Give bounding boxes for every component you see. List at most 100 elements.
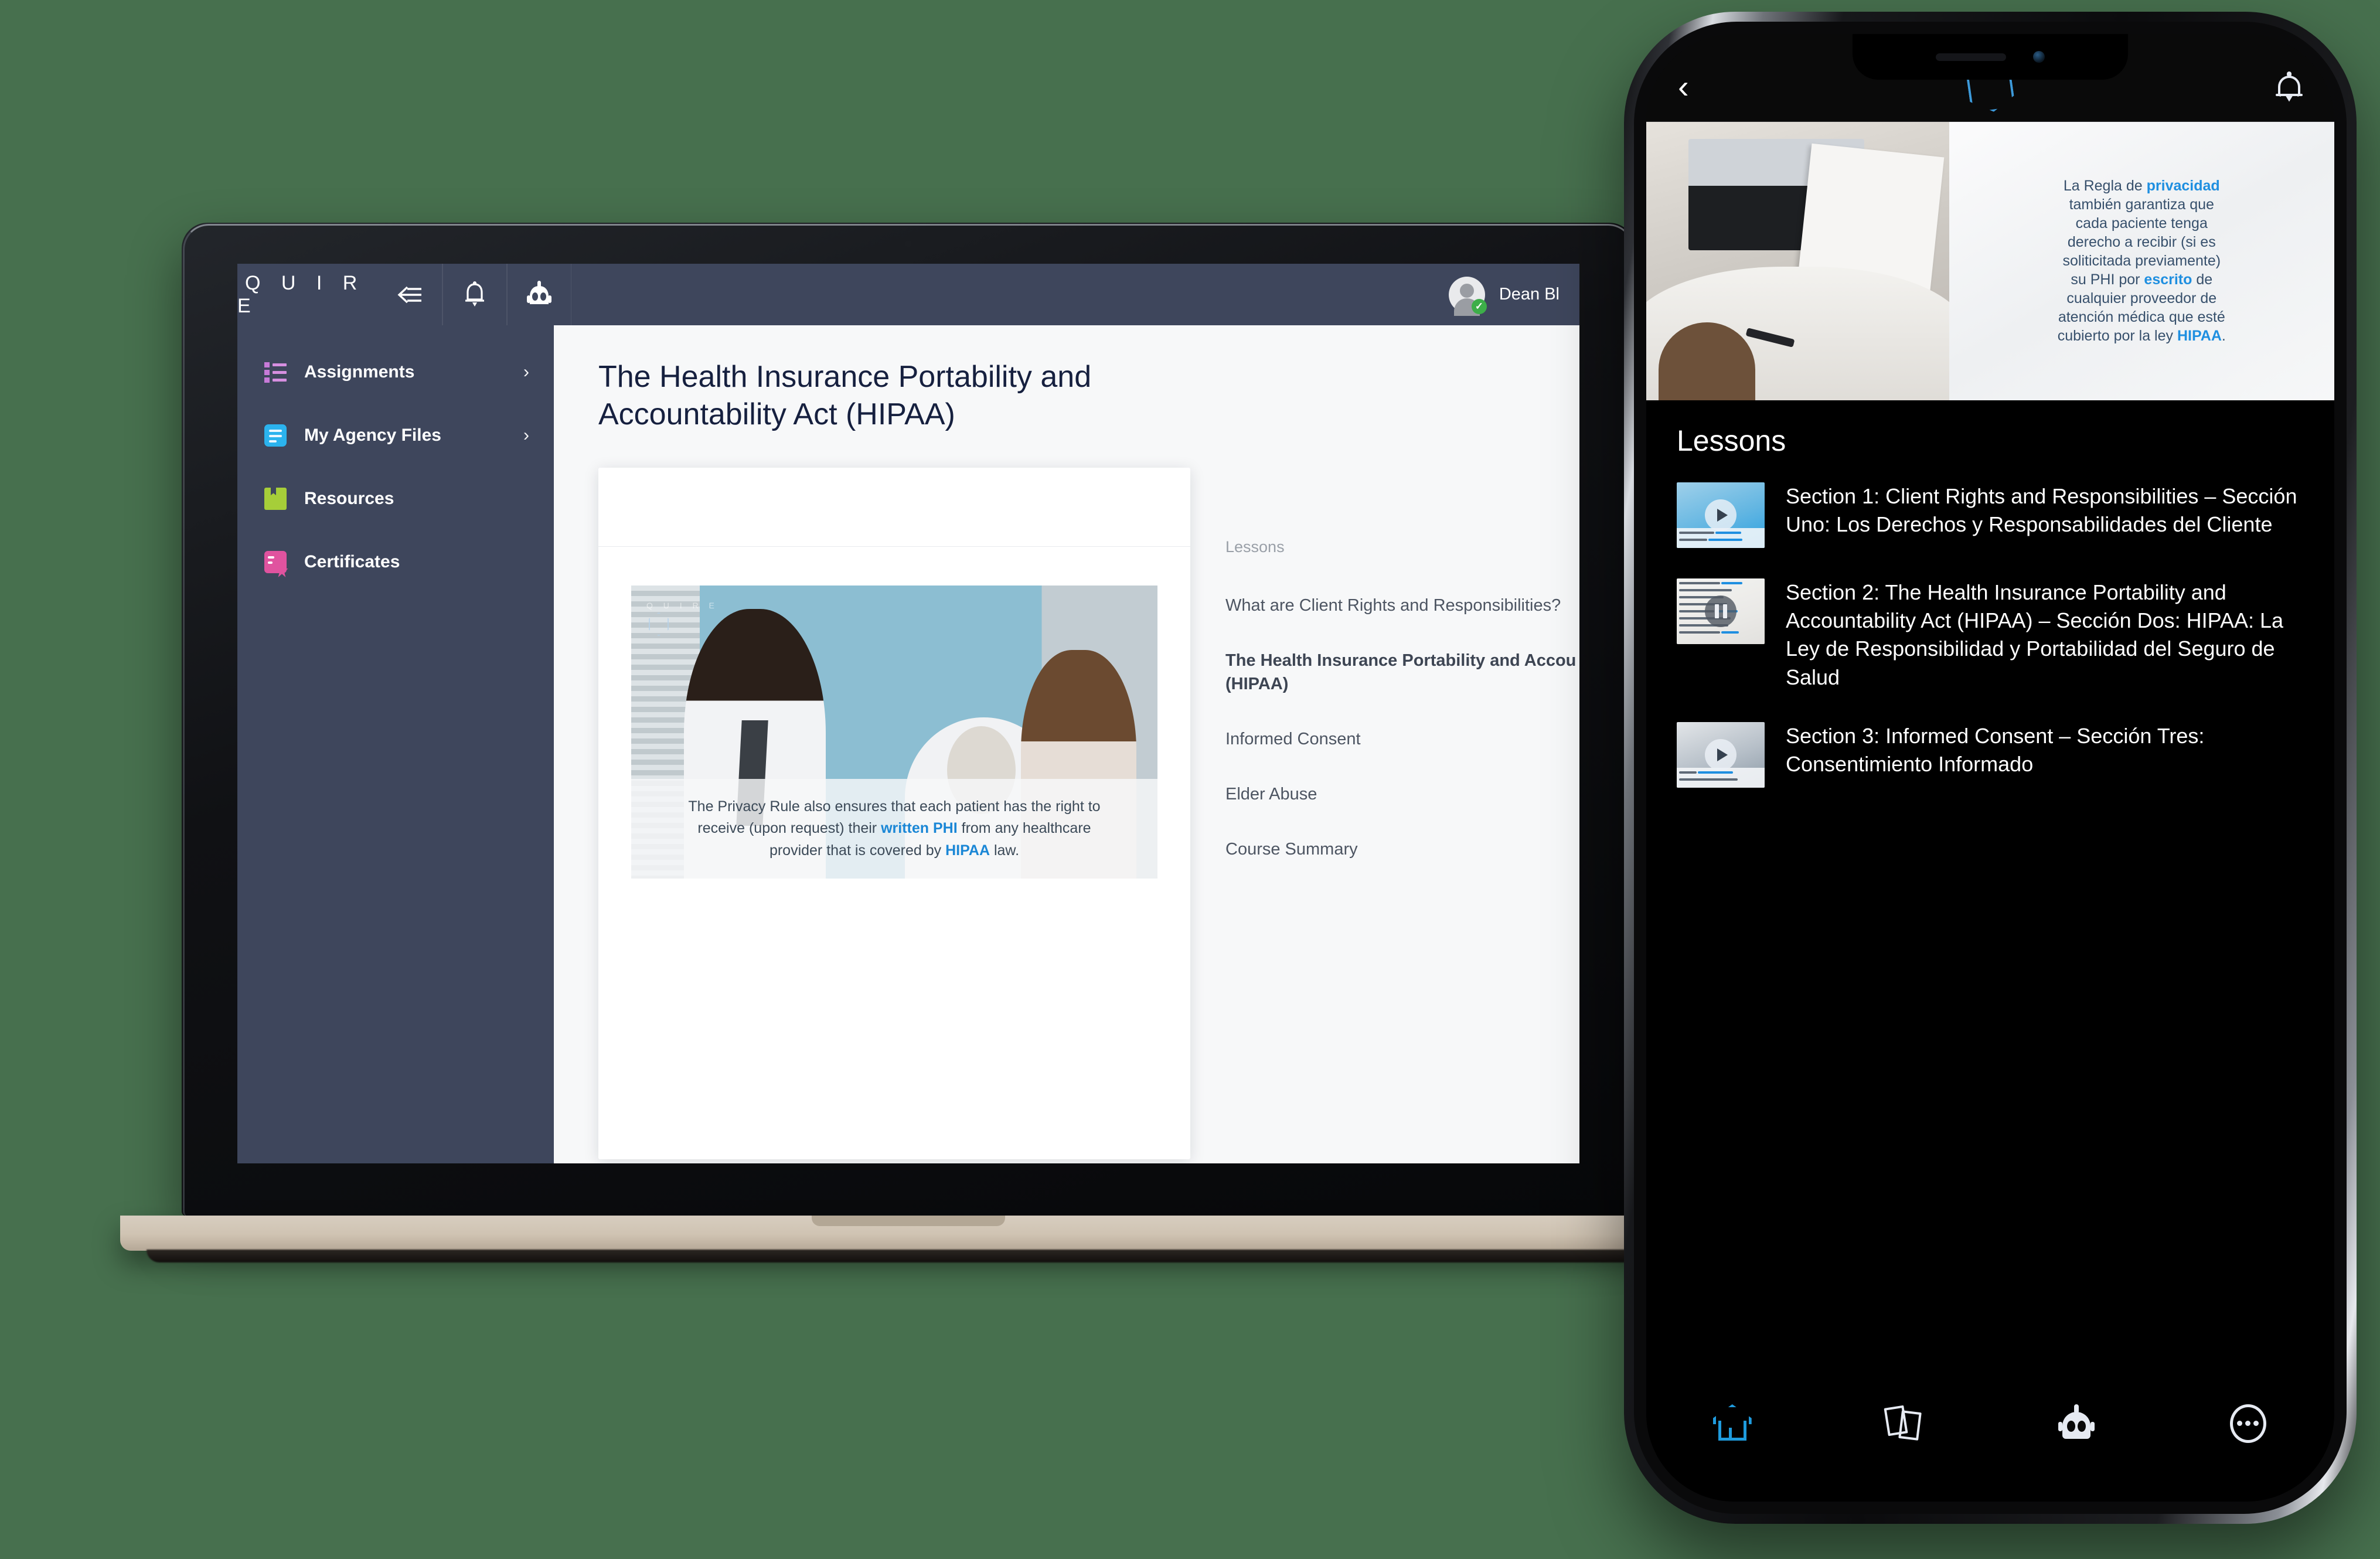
sidebar-item-label: Assignments [304,362,415,382]
chevron-left-icon: ‹ [1678,67,1689,105]
list-item[interactable]: Section 2: The Health Insurance Portabil… [1677,578,2304,692]
caption-line-8: atención médica que esté [2058,309,2225,325]
home-icon [1712,1404,1752,1441]
lesson-link[interactable]: What are Client Rights and Responsibilit… [1225,594,1579,617]
collapse-left-icon [397,286,421,303]
caption-text: cubierto por la ley [2057,328,2177,344]
cards-icon [1884,1404,1923,1443]
laptop-shadow [147,1250,1670,1262]
assistant-bot-button[interactable] [507,264,571,325]
sidebar: Assignments › My Agency Files › Resource… [237,325,554,1163]
thumbnail-caption-bar [1677,767,1765,788]
tab-home[interactable] [1646,1404,1819,1441]
caption-line-3: cada paciente tenga [2075,215,2208,232]
book-icon [264,488,287,510]
user-menu[interactable]: ✓ Dean Bl [1448,264,1579,325]
caption-text: provider that is covered by [769,842,946,859]
chevron-right-icon: › [523,426,529,445]
lesson-media-wrapper: Q U I R E The Privacy Rule also ensures … [598,547,1190,879]
caption-line-4: derecho a recibir (si es [2067,234,2216,250]
sidebar-item-assignments[interactable]: Assignments › [237,341,554,404]
play-icon [1705,738,1737,771]
verified-check-icon: ✓ [1471,298,1487,314]
caption-text: from any healthcare [957,820,1091,837]
caption-line-2: también garantiza que [2069,196,2214,213]
lesson-thumbnail[interactable] [1677,482,1765,548]
phone-video-caption: La Regla de privacidad también garantiza… [1949,122,2334,400]
laptop-base [120,1216,1697,1251]
sidebar-item-label: My Agency Files [304,426,441,445]
earpiece-speaker-icon [1936,53,2006,61]
app-topbar: Q U I R E ✓ Dean Bl [237,264,1579,325]
phone-device: ‹ La Regla de privacidad también garanti… [1624,12,2357,1524]
video-caption: The Privacy Rule also ensures that each … [631,778,1157,879]
caption-line-1: La Regla de privacidad [1959,178,2325,195]
list-item[interactable]: Section 3: Informed Consent – Sección Tr… [1677,721,2304,788]
list-item-label: Section 2: The Health Insurance Portabil… [1786,580,2284,689]
notifications-button[interactable] [442,264,507,325]
avatar-head [1459,283,1474,298]
tab-cards[interactable] [1819,1404,1991,1443]
list-item-label: Section 3: Informed Consent – Sección Tr… [1786,723,2205,777]
sidebar-collapse-button[interactable] [378,264,442,325]
phone-tabbar [1646,1384,2334,1502]
phone-video-frame [1646,122,1949,400]
lessons-panel: Lessons What are Client Rights and Respo… [1190,468,1579,1163]
phone-notifications-button[interactable] [2232,71,2303,102]
caption-line-5: soliticitada previamente) [2062,253,2221,269]
content-row: Q U I R E The Privacy Rule also ensures … [554,434,1579,1163]
lesson-link-active[interactable]: The Health Insurance Portability and Acc… [1225,649,1579,696]
caption-text: The Privacy Rule also ensures that each … [688,798,1101,815]
caption-text: receive (upon request) their [697,820,881,837]
caption-text: La Regla de [2063,178,2147,194]
lesson-video-player[interactable]: Q U I R E The Privacy Rule also ensures … [631,585,1157,879]
laptop-screen: Q U I R E ✓ Dean Bl Assignments › My Age… [237,264,1579,1163]
list-item[interactable]: Section 1: Client Rights and Responsibil… [1677,482,2304,548]
app-body: Assignments › My Agency Files › Resource… [237,325,1579,1163]
caption-text: . [2221,328,2226,344]
tab-more[interactable] [2163,1404,2335,1443]
sidebar-item-my-agency-files[interactable]: My Agency Files › [237,404,554,467]
lesson-thumbnail[interactable] [1677,578,1765,644]
chevron-right-icon: › [523,362,529,382]
lesson-link[interactable]: Course Summary [1225,838,1579,861]
back-button[interactable]: ‹ [1678,70,1748,103]
caption-line-6: su PHI por escrito de [1959,271,2325,288]
app-logo[interactable]: Q U I R E [237,264,378,325]
page-title: The Health Insurance Portability and Acc… [598,360,1092,432]
lesson-link-text: The Health Insurance Portability and Acc… [1225,651,1577,670]
sidebar-item-label: Certificates [304,552,400,571]
robot-icon [2058,1404,2095,1443]
laptop-lid: Q U I R E ✓ Dean Bl Assignments › My Age… [182,223,1635,1216]
caption-line-1: The Privacy Rule also ensures that each … [688,798,1100,816]
phone-screen: ‹ La Regla de privacidad también garanti… [1646,34,2334,1502]
lesson-card-header [598,468,1190,547]
list-icon [264,361,287,383]
robot-icon [527,280,551,304]
lesson-thumbnail[interactable] [1677,721,1765,788]
lesson-link[interactable]: Informed Consent [1225,727,1579,751]
sidebar-item-certificates[interactable]: Certificates [237,530,554,594]
caption-highlight: HIPAA [2177,328,2222,344]
bell-icon [465,281,484,307]
lesson-link[interactable]: Elder Abuse [1225,782,1579,806]
laptop-device: Q U I R E ✓ Dean Bl Assignments › My Age… [120,223,1697,1278]
sidebar-item-resources[interactable]: Resources [237,467,554,530]
caption-text: law. [990,842,1020,859]
caption-highlight: HIPAA [945,842,990,859]
thumbnail-caption-bar [1677,528,1765,548]
caption-line-2: receive (upon request) their written PHI… [697,819,1091,838]
front-camera-icon [2033,51,2045,63]
bell-icon [2276,71,2303,102]
lessons-heading: Lessons [1225,537,1285,556]
certificate-icon [264,551,288,577]
more-ellipsis-icon [2230,1404,2267,1443]
phone-video-player[interactable]: La Regla de privacidad también garantiza… [1646,122,2334,400]
lesson-link-text-cont: (HIPAA) [1225,674,1289,693]
tab-assistant[interactable] [1990,1404,2163,1443]
caption-line-7: cualquier proveedor de [2066,290,2217,307]
caption-line-3: provider that is covered by HIPAA law. [770,842,1019,860]
phone-notch [1853,34,2128,80]
caption-text: su PHI por [2071,271,2144,288]
